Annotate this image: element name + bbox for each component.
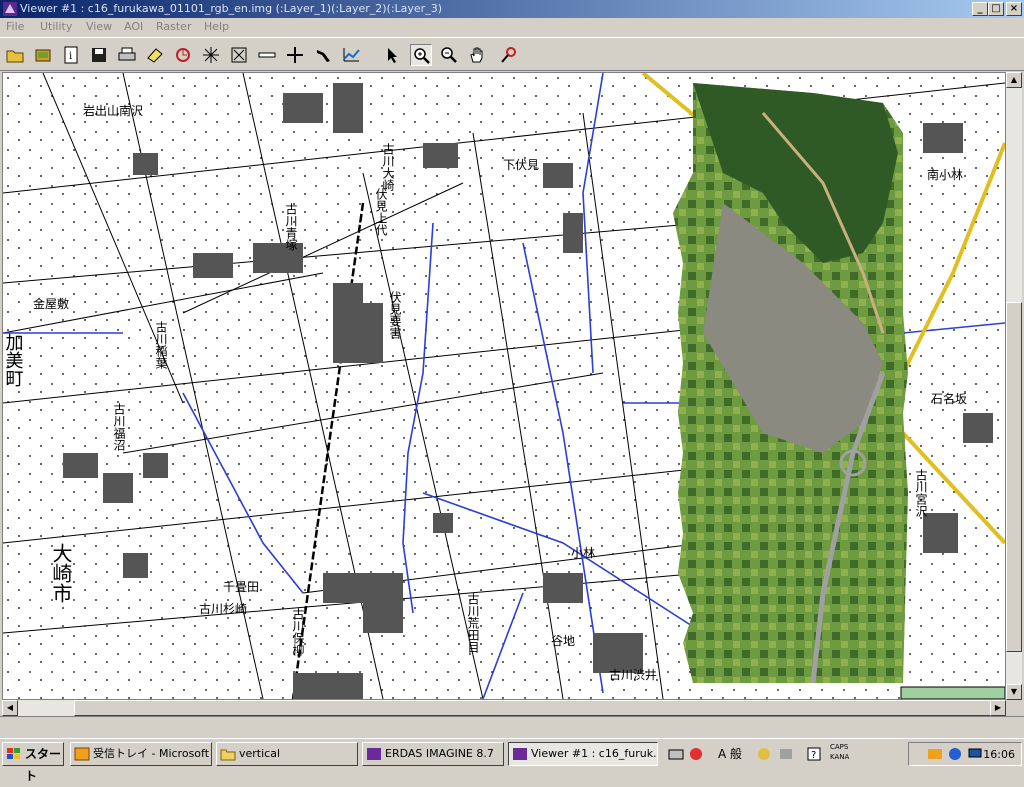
topographic-map: 岩出山南沢 古川大崎 下伏見 伏見上代 古川青塚 伏見要害 金屋敷 加美町 古川…: [3, 73, 1005, 699]
status-bar: [0, 716, 1024, 737]
print-icon[interactable]: [116, 44, 138, 66]
start-label: スタート: [25, 747, 62, 783]
measure-icon[interactable]: [256, 44, 278, 66]
eraser-icon[interactable]: [144, 44, 166, 66]
map-label: 古川荒田目: [466, 592, 480, 653]
fit-window-icon[interactable]: [228, 44, 250, 66]
kana-indicator: KANA: [830, 753, 850, 761]
map-label: 石名坂: [931, 391, 967, 406]
map-label: 南小林: [927, 167, 963, 182]
map-label: 岩出山南沢: [83, 103, 143, 118]
close-button[interactable]: ×: [1006, 2, 1022, 16]
svg-text:?: ?: [811, 750, 816, 761]
ime-tool-icon[interactable]: [756, 746, 772, 762]
task-inbox[interactable]: 受信トレイ - Microsoft ...: [70, 742, 212, 766]
pan-hand-icon[interactable]: [466, 44, 488, 66]
caps-indicator: CAPS: [830, 743, 849, 751]
ime-help-icon[interactable]: ?: [806, 746, 822, 762]
info-icon[interactable]: i: [60, 44, 82, 66]
task-folder-vertical[interactable]: vertical: [216, 742, 358, 766]
map-label: 加美町: [3, 333, 24, 387]
map-label: 谷地: [551, 634, 575, 648]
menu-aoi[interactable]: AOI: [124, 20, 143, 33]
taskbar: スタート 受信トレイ - Microsoft ... vertical ERDA…: [0, 738, 1024, 783]
vertical-scrollbar[interactable]: ▲ ▼: [1006, 72, 1022, 700]
horizontal-scrollbar[interactable]: ◀ ▶: [2, 700, 1006, 716]
task-viewer[interactable]: Viewer #1 : c16_furuk...: [508, 742, 658, 766]
pick-icon[interactable]: [312, 44, 334, 66]
scroll-right-button[interactable]: ▶: [990, 700, 1006, 716]
task-erdas-imagine[interactable]: ERDAS IMAGINE 8.7: [362, 742, 504, 766]
vertical-scroll-thumb[interactable]: [1006, 302, 1022, 652]
map-label: 古川杉崎: [199, 601, 247, 616]
map-label: 古川保柳: [291, 607, 305, 657]
chart-icon[interactable]: [340, 44, 362, 66]
keyboard-icon[interactable]: [668, 746, 684, 762]
crosshair-icon[interactable]: [284, 44, 306, 66]
scroll-up-button[interactable]: ▲: [1006, 72, 1022, 88]
ime-pad-icon[interactable]: [778, 746, 794, 762]
toolbar: i: [0, 37, 1024, 71]
map-label: 伏見要害: [388, 291, 402, 340]
map-label: 小林: [571, 546, 595, 560]
scroll-down-button[interactable]: ▼: [1006, 684, 1022, 700]
map-viewport[interactable]: 岩出山南沢 古川大崎 下伏見 伏見上代 古川青塚 伏見要害 金屋敷 加美町 古川…: [2, 72, 1006, 700]
tray-monitor-icon[interactable]: [967, 746, 983, 762]
viewer-app-icon: [3, 2, 17, 16]
map-label: 大崎市: [49, 543, 73, 603]
menu-bar: File Utility View AOI Raster Help: [0, 18, 1024, 36]
svg-text:i: i: [69, 51, 72, 62]
erdas-icon: [367, 748, 381, 760]
menu-raster[interactable]: Raster: [156, 20, 191, 33]
menu-file[interactable]: File: [6, 20, 24, 33]
windows-logo-icon: [7, 748, 20, 759]
zoom-in-icon[interactable]: [410, 44, 432, 66]
menu-utility[interactable]: Utility: [40, 20, 72, 33]
tray-mail-icon[interactable]: [927, 746, 943, 762]
menu-view[interactable]: View: [86, 20, 112, 33]
map-label: 古川大崎: [381, 142, 395, 191]
clock: 16:06: [983, 748, 1015, 761]
minimize-button[interactable]: _: [972, 2, 988, 16]
map-label: 千畳田: [223, 580, 259, 594]
zoom-full-icon[interactable]: [200, 44, 222, 66]
overview-marker: [900, 686, 1005, 699]
map-label: 古川稲葉: [154, 320, 168, 369]
system-tray: 16:06: [908, 742, 1022, 766]
zoom-out-icon[interactable]: [438, 44, 460, 66]
inquire-cursor-icon[interactable]: [498, 44, 520, 66]
folder-icon: [220, 749, 236, 761]
start-button[interactable]: スタート: [2, 742, 64, 783]
menu-help[interactable]: Help: [204, 20, 229, 33]
map-label: 古川渋井: [609, 667, 657, 682]
maximize-button[interactable]: □: [988, 2, 1004, 16]
open-folder-icon[interactable]: [4, 44, 26, 66]
map-label: 古川宮沢: [914, 468, 928, 518]
window-title: Viewer #1 : c16_furukawa_01101_rgb_en.im…: [20, 2, 442, 15]
title-bar[interactable]: Viewer #1 : c16_furukawa_01101_rgb_en.im…: [0, 0, 1024, 18]
select-arrow-icon[interactable]: [382, 44, 404, 66]
tray-network-icon[interactable]: [947, 746, 963, 762]
orthophoto-overlay: [673, 83, 908, 684]
ime-ball-icon[interactable]: [688, 746, 704, 762]
save-icon[interactable]: [88, 44, 110, 66]
open-layer-icon[interactable]: [32, 44, 54, 66]
map-label: 伏見上代: [374, 188, 388, 237]
ime-mode[interactable]: A 般: [718, 745, 742, 762]
scroll-left-button[interactable]: ◀: [2, 700, 18, 716]
map-label: 下伏見: [503, 158, 539, 172]
viewer-icon: [513, 748, 527, 760]
map-label: 古川福沼: [112, 402, 126, 451]
horizontal-scroll-thumb[interactable]: [74, 700, 1004, 716]
map-label: 金屋敷: [33, 296, 69, 311]
outlook-icon: [74, 747, 90, 761]
map-label: 古川青塚: [284, 202, 298, 251]
rotate-icon[interactable]: [172, 44, 194, 66]
